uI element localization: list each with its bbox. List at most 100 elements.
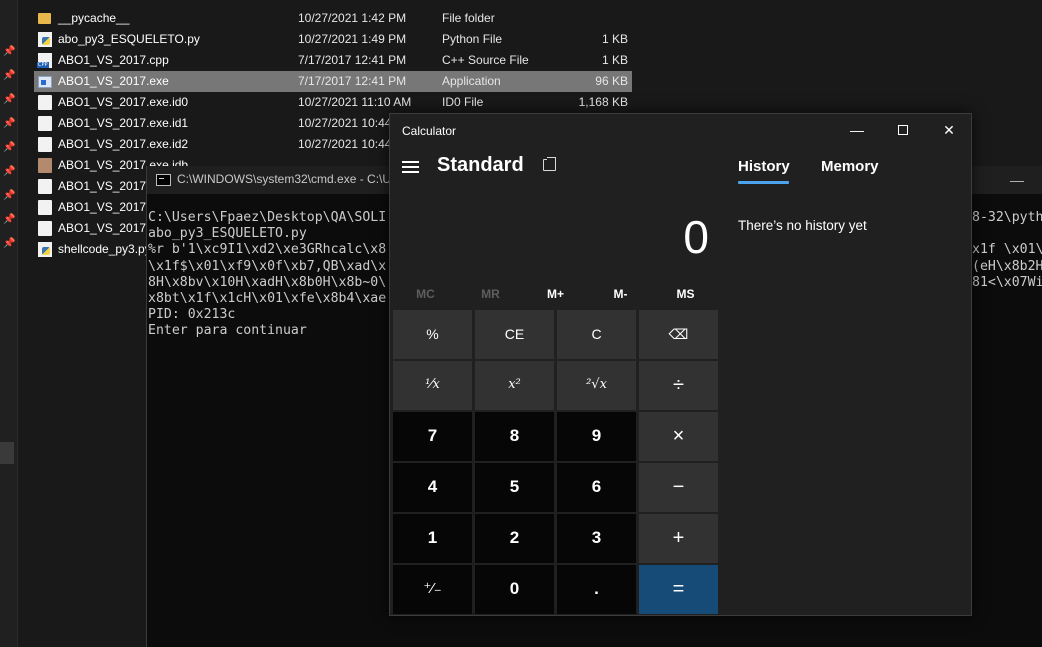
pin-icon[interactable]: 📌 bbox=[3, 238, 15, 250]
active-tab-indicator bbox=[738, 181, 789, 184]
percent-button[interactable]: % bbox=[393, 310, 472, 359]
backspace-button[interactable]: ⌫ bbox=[639, 310, 718, 359]
console-line-fragment bbox=[972, 291, 1042, 307]
pin-icon[interactable]: 📌 bbox=[3, 46, 15, 58]
six-button[interactable]: 6 bbox=[557, 463, 636, 512]
memory-clear-button[interactable]: MC bbox=[393, 287, 458, 301]
one-button[interactable]: 1 bbox=[393, 514, 472, 563]
keep-on-top-icon[interactable] bbox=[543, 157, 556, 171]
equals-button[interactable]: = bbox=[639, 565, 718, 614]
file-date: 10/27/2021 10:44 bbox=[298, 137, 392, 151]
two-button[interactable]: 2 bbox=[475, 514, 554, 563]
file-icon bbox=[38, 179, 52, 194]
negate-button[interactable]: ⁺⁄₋ bbox=[393, 565, 472, 614]
file-name: abo_py3_ESQUELETO.py bbox=[58, 32, 200, 46]
tab-history[interactable]: History bbox=[738, 158, 790, 175]
file-name: ABO1_VS_2017.exe.id2 bbox=[58, 137, 189, 151]
file-date: 10/27/2021 1:49 PM bbox=[298, 32, 407, 46]
file-icon bbox=[38, 137, 52, 152]
plus-button[interactable]: + bbox=[639, 514, 718, 563]
file-name: ABO1_VS_2017.exe.id0 bbox=[58, 95, 189, 109]
file-type: Application bbox=[442, 74, 501, 88]
file-size: 1,168 KB bbox=[578, 95, 628, 109]
file-icon bbox=[38, 95, 52, 110]
console-line-fragment bbox=[972, 226, 1042, 242]
console-line-fragment: 81<\x07Wi bbox=[972, 274, 1042, 290]
file-icon bbox=[38, 200, 52, 215]
nine-button[interactable]: 9 bbox=[557, 412, 636, 461]
pin-icon[interactable]: 📌 bbox=[3, 142, 15, 154]
pin-icon[interactable]: 📌 bbox=[3, 70, 15, 82]
folder-icon bbox=[38, 13, 51, 24]
python-file-icon bbox=[38, 242, 52, 257]
square-button[interactable]: x² bbox=[475, 361, 554, 410]
eight-button[interactable]: 8 bbox=[475, 412, 554, 461]
memory-add-button[interactable]: M+ bbox=[523, 287, 588, 301]
calculator-titlebar[interactable]: Calculator — ✕ bbox=[390, 114, 971, 146]
memory-subtract-button[interactable]: M- bbox=[588, 287, 653, 301]
maximize-icon bbox=[898, 124, 908, 135]
history-empty-message: There’s no history yet bbox=[738, 218, 867, 233]
memory-store-button[interactable]: MS bbox=[653, 287, 718, 301]
file-name: shellcode_py3.py bbox=[58, 242, 151, 256]
pin-icon[interactable]: 📌 bbox=[3, 166, 15, 178]
console-icon bbox=[156, 174, 171, 186]
console-line-fragment: x1f \x01\ bbox=[972, 242, 1042, 258]
reciprocal-button[interactable]: ¹⁄x bbox=[393, 361, 472, 410]
minimize-button[interactable]: — bbox=[834, 114, 880, 146]
file-type: ID0 File bbox=[442, 95, 484, 109]
image-file-icon bbox=[38, 158, 52, 173]
file-row[interactable]: abo_py3_ESQUELETO.py 10/27/2021 1:49 PM Py… bbox=[34, 29, 632, 50]
close-button[interactable]: ✕ bbox=[926, 114, 972, 146]
divide-button[interactable]: ÷ bbox=[639, 361, 718, 410]
zero-button[interactable]: 0 bbox=[475, 565, 554, 614]
file-row[interactable]: ABO1_VS_2017.exe.id0 10/27/2021 11:10 AM I… bbox=[34, 92, 632, 113]
console-line-fragment: 8-32\pyth bbox=[972, 210, 1042, 225]
console-line-fragment: (eH\x8b2H bbox=[972, 258, 1042, 274]
calculator-window[interactable]: Calculator — ✕ Standard 0 MC MR M+ M- MS… bbox=[389, 113, 972, 616]
navigation-pane: 📌 📌 📌 📌 📌 📌 📌 📌 📌 bbox=[0, 0, 18, 647]
hamburger-menu-icon[interactable] bbox=[402, 161, 419, 173]
file-row[interactable]: __pycache__ 10/27/2021 1:42 PM File folder bbox=[34, 8, 632, 29]
minus-button[interactable]: − bbox=[639, 463, 718, 512]
file-type: Python File bbox=[442, 32, 503, 46]
pin-icon[interactable]: 📌 bbox=[3, 190, 15, 202]
tab-memory[interactable]: Memory bbox=[821, 158, 879, 175]
file-name: ABO1_VS_2017.p bbox=[58, 221, 157, 235]
clear-entry-button[interactable]: CE bbox=[475, 310, 554, 359]
file-name: ABO1_VS_2017.exe bbox=[58, 74, 169, 88]
clear-button[interactable]: C bbox=[557, 310, 636, 359]
minimize-button[interactable]: — bbox=[1002, 171, 1032, 189]
file-size: 1 KB bbox=[601, 53, 628, 67]
mode-title: Standard bbox=[437, 154, 524, 176]
five-button[interactable]: 5 bbox=[475, 463, 554, 512]
square-root-button[interactable]: ²√x bbox=[557, 361, 636, 410]
file-name: ABO1_VS_2017.cpp bbox=[58, 53, 169, 67]
nav-scrollbar-thumb[interactable] bbox=[0, 442, 14, 464]
decimal-button[interactable]: . bbox=[557, 565, 636, 614]
file-size: 1 KB bbox=[601, 32, 628, 46]
file-type: C++ Source File bbox=[442, 53, 529, 67]
settings-file-icon bbox=[38, 221, 52, 236]
four-button[interactable]: 4 bbox=[393, 463, 472, 512]
pin-icon[interactable]: 📌 bbox=[3, 94, 15, 106]
cpp-file-icon bbox=[37, 53, 52, 68]
result-display: 0 bbox=[683, 211, 709, 263]
pin-icon[interactable]: 📌 bbox=[3, 214, 15, 226]
seven-button[interactable]: 7 bbox=[393, 412, 472, 461]
python-file-icon bbox=[38, 32, 52, 47]
file-date: 10/27/2021 1:42 PM bbox=[298, 11, 407, 25]
file-row[interactable]: ABO1_VS_2017.exe 7/17/2017 12:41 PM Applic… bbox=[34, 71, 632, 92]
file-name: __pycache__ bbox=[58, 11, 130, 25]
pin-icon[interactable]: 📌 bbox=[3, 118, 15, 130]
application-icon bbox=[38, 76, 52, 88]
file-date: 10/27/2021 11:10 AM bbox=[298, 95, 412, 109]
multiply-button[interactable]: × bbox=[639, 412, 718, 461]
file-date: 7/17/2017 12:41 PM bbox=[298, 74, 407, 88]
file-date: 7/17/2017 12:41 PM bbox=[298, 53, 407, 67]
memory-recall-button[interactable]: MR bbox=[458, 287, 523, 301]
file-row[interactable]: ABO1_VS_2017.cpp 7/17/2017 12:41 PM C++ So… bbox=[34, 50, 632, 71]
console-output-overflow: 8-32\pyth x1f \x01\ (eH\x8b2H 81<\x07Wi bbox=[972, 210, 1042, 307]
three-button[interactable]: 3 bbox=[557, 514, 636, 563]
maximize-button[interactable] bbox=[880, 114, 926, 146]
